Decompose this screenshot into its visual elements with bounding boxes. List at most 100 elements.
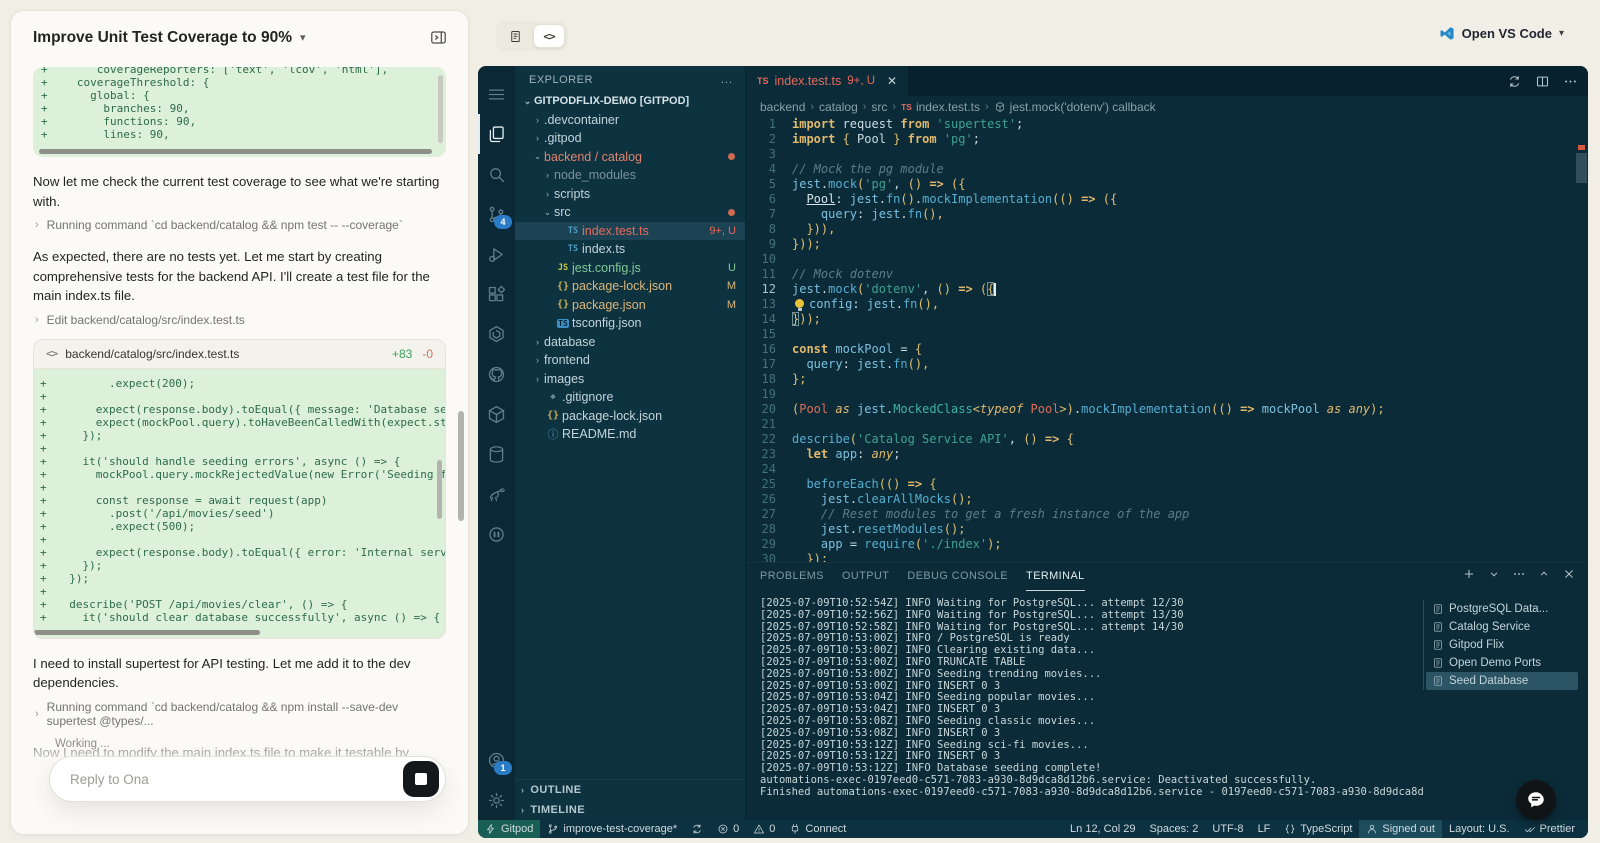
tree-item-images[interactable]: ›images bbox=[515, 370, 745, 389]
activity-accounts[interactable]: 1 bbox=[478, 740, 515, 780]
tool-call-edit-file[interactable]: › Edit backend/catalog/src/index.test.ts bbox=[35, 313, 446, 327]
sidebar-section-timeline[interactable]: ›TIMELINE bbox=[515, 800, 745, 820]
activity-run-and-debug[interactable] bbox=[478, 234, 515, 274]
document-view-button[interactable] bbox=[499, 24, 531, 48]
status-connect[interactable]: Connect bbox=[782, 820, 853, 838]
activity-explorer[interactable] bbox=[478, 114, 515, 154]
activity-gitpod[interactable] bbox=[478, 314, 515, 354]
activity-extensions[interactable] bbox=[478, 274, 515, 314]
status-cursor-position[interactable]: Ln 12, Col 29 bbox=[1063, 820, 1142, 838]
terminal-instance-postgresql-data-[interactable]: PostgreSQL Data... bbox=[1426, 600, 1578, 618]
activity-database[interactable] bbox=[478, 434, 515, 474]
terminal-instance-seed-database[interactable]: Seed Database bbox=[1426, 672, 1578, 690]
task-title-dropdown[interactable]: Improve Unit Test Coverage to 90% ▾ bbox=[33, 29, 306, 47]
status-keyboard-layout[interactable]: Layout: U.S. bbox=[1442, 820, 1517, 838]
status-language-mode[interactable]: TypeScript bbox=[1277, 820, 1359, 838]
tree-item-node-modules[interactable]: ›node_modules bbox=[515, 166, 745, 185]
status-warnings[interactable]: 0 bbox=[746, 820, 782, 838]
status-remote-indicator[interactable]: Gitpod bbox=[478, 820, 540, 838]
tree-item-index.ts[interactable]: TSindex.ts bbox=[515, 240, 745, 259]
sync-icon[interactable] bbox=[1507, 74, 1522, 89]
panel-tab-problems[interactable]: PROBLEMS bbox=[760, 563, 824, 591]
tree-item-.devcontainer[interactable]: ›.devcontainer bbox=[515, 111, 745, 130]
code-line-23: 23 let app: any; bbox=[746, 447, 1588, 462]
lightbulb-icon[interactable] bbox=[795, 299, 804, 308]
code-view-button[interactable]: <> bbox=[533, 24, 565, 48]
status-account-status[interactable]: Signed out bbox=[1359, 820, 1442, 838]
tree-item-.gitignore[interactable]: ◆.gitignore bbox=[515, 388, 745, 407]
terminal-instance-open-demo-ports[interactable]: Open Demo Ports bbox=[1426, 654, 1578, 672]
tree-item-scripts[interactable]: ›scripts bbox=[515, 185, 745, 204]
chevron-down-icon[interactable] bbox=[1487, 567, 1501, 581]
panel-tab-terminal[interactable]: TERMINAL bbox=[1026, 563, 1085, 591]
panel-tab-debug-console[interactable]: DEBUG CONSOLE bbox=[907, 563, 1008, 591]
more-actions-icon[interactable] bbox=[1512, 567, 1526, 581]
activity-search[interactable] bbox=[478, 154, 515, 194]
tree-item-frontend[interactable]: ›frontend bbox=[515, 351, 745, 370]
tree-item-package-lock.json[interactable]: {}package-lock.jsonM bbox=[515, 277, 745, 296]
breadcrumb: backend›catalog›src›TSindex.test.ts›jest… bbox=[746, 96, 1588, 117]
reply-input[interactable] bbox=[68, 771, 403, 788]
sidebar-section-outline[interactable]: ›OUTLINE bbox=[515, 780, 745, 800]
tree-item-index.test.ts[interactable]: TSindex.test.ts9+, U bbox=[515, 222, 745, 241]
more-actions-icon[interactable] bbox=[1563, 74, 1578, 89]
tree-item-jest.config.js[interactable]: JSjest.config.jsU bbox=[515, 259, 745, 278]
status-eol[interactable]: LF bbox=[1251, 820, 1278, 838]
tool-call-run-command[interactable]: › Running command `cd backend/catalog &&… bbox=[35, 700, 446, 728]
activity-source-control[interactable]: 4 bbox=[478, 194, 515, 234]
tree-item-.gitpod[interactable]: ›.gitpod bbox=[515, 129, 745, 148]
status-encoding[interactable]: UTF-8 bbox=[1205, 820, 1250, 838]
scrollbar-vertical[interactable] bbox=[437, 460, 442, 519]
more-actions-icon[interactable]: ... bbox=[721, 74, 733, 86]
activity-menu[interactable] bbox=[478, 74, 515, 114]
tree-item-package-lock.json[interactable]: {}package-lock.json bbox=[515, 407, 745, 426]
activity-settings[interactable] bbox=[478, 780, 515, 820]
close-panel-icon[interactable] bbox=[1562, 567, 1576, 581]
activity-kangaroo[interactable] bbox=[478, 474, 515, 514]
tab-index-test-ts[interactable]: TS index.test.ts 9+, U ✕ bbox=[746, 66, 908, 96]
scrollbar-vertical[interactable] bbox=[438, 75, 443, 143]
chat-scrollbar[interactable] bbox=[458, 411, 464, 521]
stop-button[interactable] bbox=[403, 761, 439, 797]
terminal-output[interactable]: [2025-07-09T10:52:54Z] INFO Waiting for … bbox=[746, 590, 1423, 820]
new-terminal-icon[interactable] bbox=[1462, 567, 1476, 581]
tree-item-tsconfig.json[interactable]: TStsconfig.json bbox=[515, 314, 745, 333]
robot-icon bbox=[486, 524, 507, 545]
close-icon[interactable]: ✕ bbox=[887, 74, 897, 88]
chat-scroll-area[interactable]: + coverageReporters: ['text', 'lcov', 'h… bbox=[11, 63, 468, 834]
maximize-panel-icon[interactable] bbox=[1537, 567, 1551, 581]
diff-card-header[interactable]: <> backend/catalog/src/index.test.ts +83… bbox=[34, 340, 445, 369]
breadcrumb-item[interactable]: backend bbox=[760, 100, 805, 114]
activity-ai-assistant[interactable] bbox=[478, 514, 515, 554]
open-side-panel-button[interactable] bbox=[427, 26, 450, 49]
breadcrumb-item[interactable]: src bbox=[871, 100, 887, 114]
tree-item-backend-catalog[interactable]: ⌄backend / catalog bbox=[515, 148, 745, 167]
breadcrumb-item[interactable]: catalog bbox=[819, 100, 858, 114]
split-editor-icon[interactable] bbox=[1535, 74, 1550, 89]
scrollbar-horizontal[interactable] bbox=[39, 149, 432, 154]
tree-item-database[interactable]: ›database bbox=[515, 333, 745, 352]
status-indentation[interactable]: Spaces: 2 bbox=[1142, 820, 1205, 838]
activity-containers[interactable] bbox=[478, 394, 515, 434]
scrollbar-horizontal[interactable] bbox=[34, 630, 260, 635]
editor-scrollbar[interactable] bbox=[1576, 153, 1587, 183]
tree-item-readme.md[interactable]: ⓘREADME.md bbox=[515, 425, 745, 444]
terminal-instance-catalog-service[interactable]: Catalog Service bbox=[1426, 618, 1578, 636]
tree-item-package.json[interactable]: {}package.jsonM bbox=[515, 296, 745, 315]
activity-github[interactable] bbox=[478, 354, 515, 394]
breadcrumb-item[interactable]: TSindex.test.ts bbox=[901, 100, 980, 114]
panel-tab-output[interactable]: OUTPUT bbox=[842, 563, 889, 591]
tree-item-src[interactable]: ⌄src bbox=[515, 203, 745, 222]
status-errors[interactable]: 0 bbox=[710, 820, 746, 838]
tree-item-gitpodflix-demo-gitpod-[interactable]: ⌄GITPODFLIX-DEMO [GITPOD] bbox=[515, 92, 745, 111]
status-sync-changes[interactable] bbox=[684, 820, 710, 838]
help-chat-button[interactable] bbox=[1516, 780, 1556, 820]
tool-call-run-command[interactable]: › Running command `cd backend/catalog &&… bbox=[35, 218, 446, 232]
status-git-branch[interactable]: improve-test-coverage* bbox=[540, 820, 684, 838]
git-status-badge: M bbox=[727, 280, 736, 292]
breadcrumb-item[interactable]: jest.mock('dotenv') callback bbox=[994, 100, 1156, 114]
terminal-instance-gitpod-flix[interactable]: Gitpod Flix bbox=[1426, 636, 1578, 654]
status-prettier[interactable]: Prettier bbox=[1517, 820, 1582, 838]
code-editor[interactable]: 1import request from 'supertest';2import… bbox=[746, 117, 1588, 562]
open-vscode-button[interactable]: Open VS Code ▾ bbox=[1432, 24, 1570, 43]
